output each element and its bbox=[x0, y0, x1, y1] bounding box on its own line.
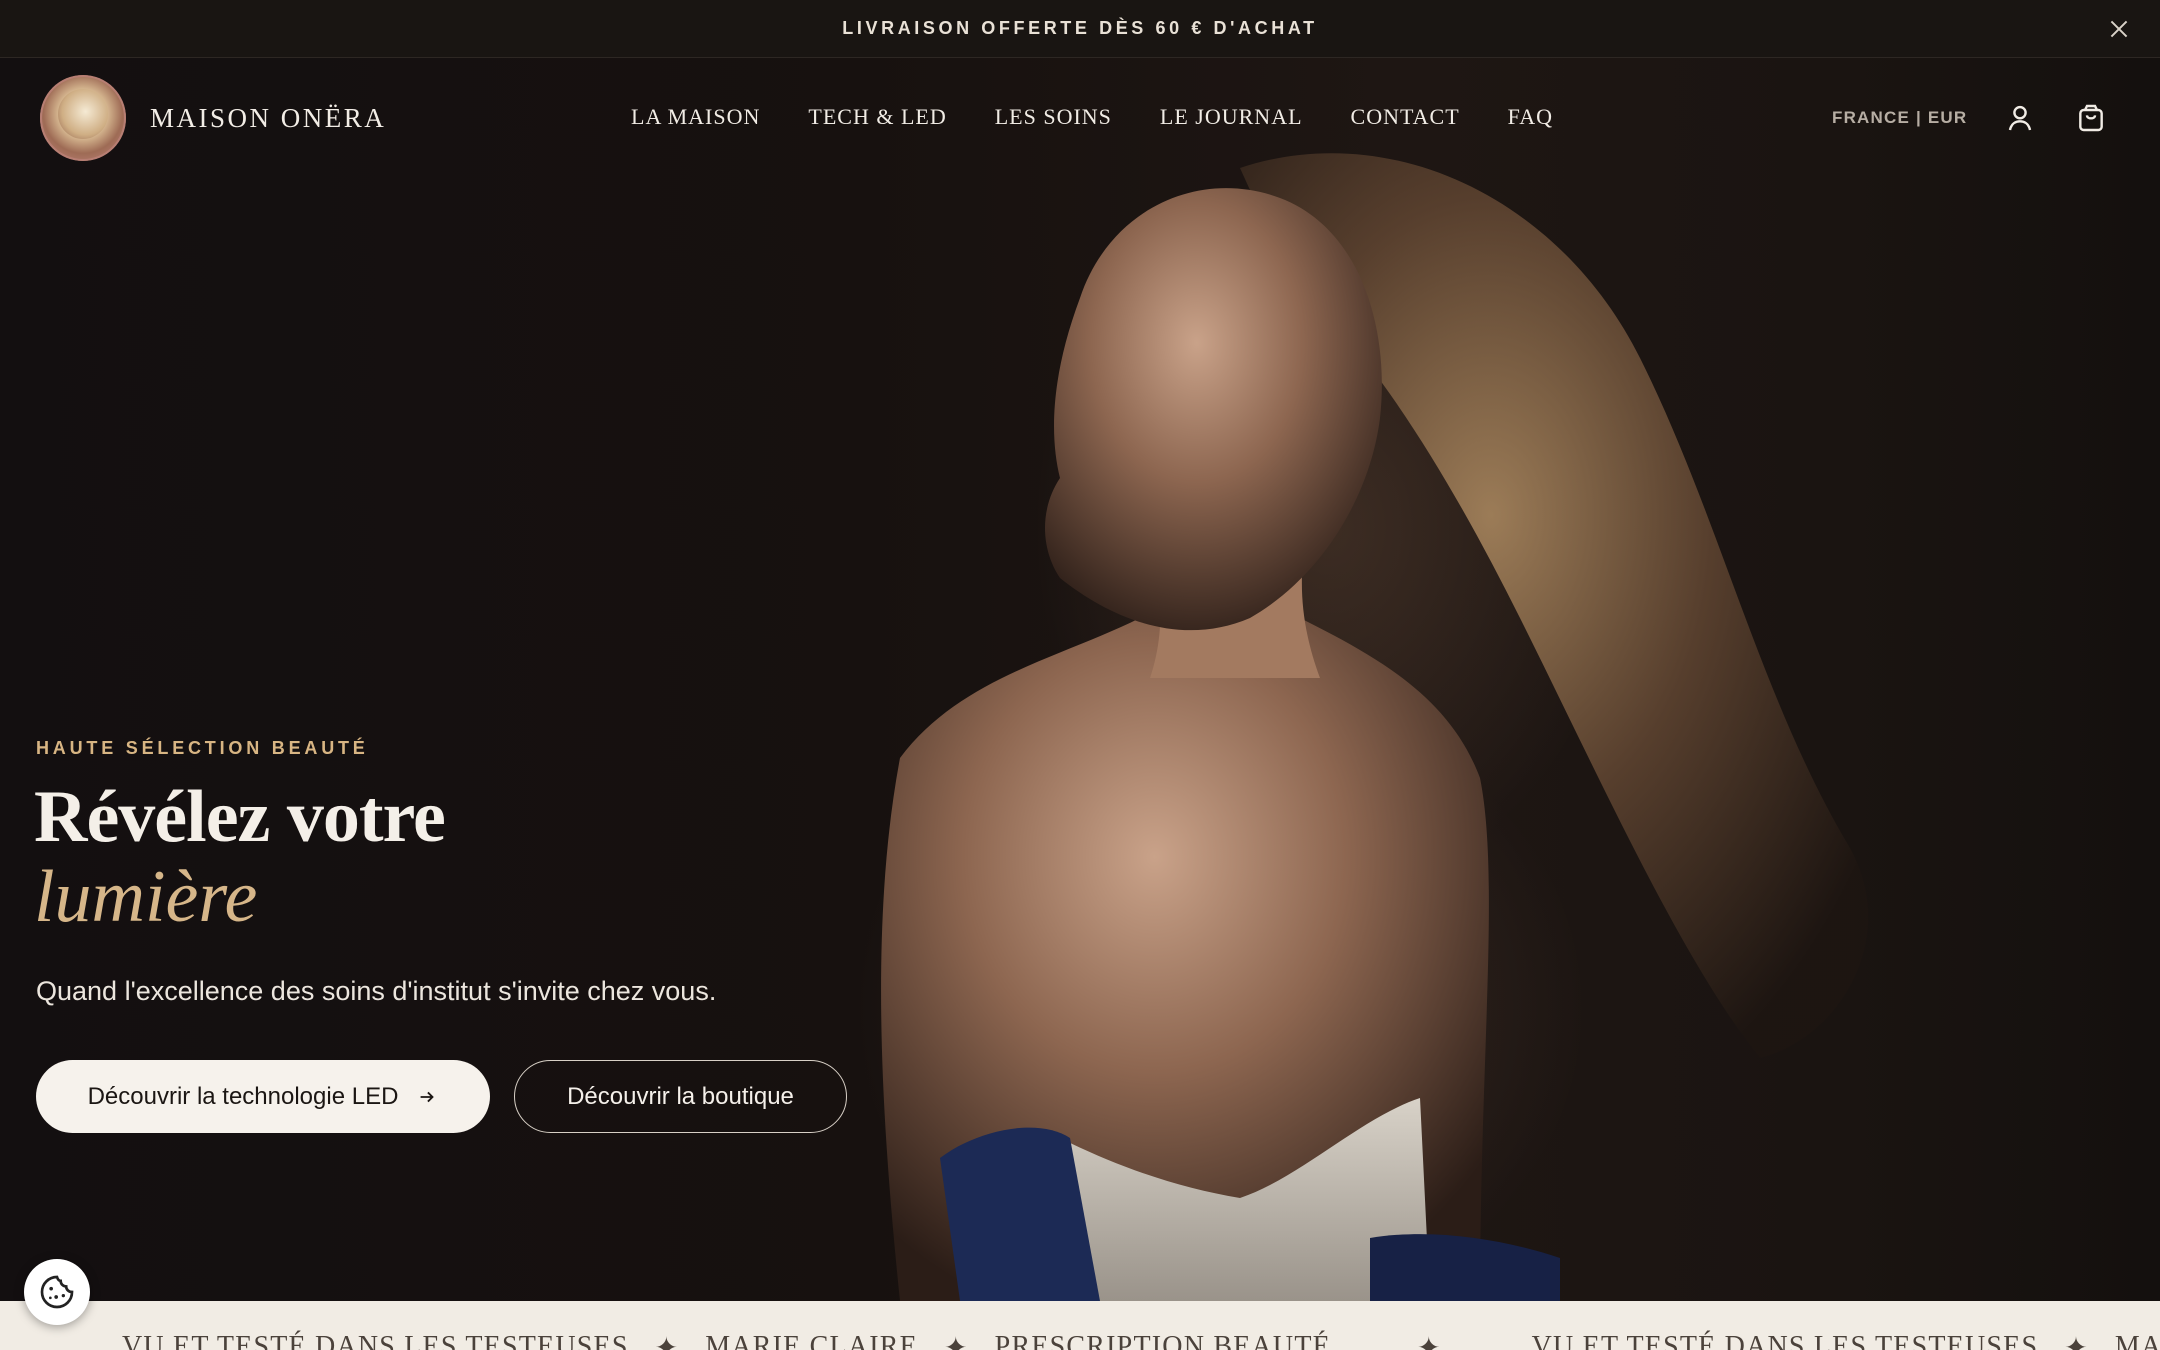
nav-tech-led[interactable]: TECH & LED bbox=[808, 104, 946, 130]
shopping-bag-icon[interactable] bbox=[2075, 102, 2107, 134]
marquee-star-icon: ✦ bbox=[944, 1333, 969, 1350]
marquee-item: VU ET TESTÉ DANS LES TESTEUSES bbox=[122, 1331, 629, 1350]
nav-contact[interactable]: CONTACT bbox=[1351, 104, 1460, 130]
marquee-star-icon: ✦ bbox=[1416, 1333, 1442, 1350]
brand-name: MAISON ONËRA bbox=[150, 102, 387, 133]
marquee-item: MARIE CLAIRE bbox=[705, 1331, 918, 1350]
hero-subtitle: Quand l'excellence des soins d'institut … bbox=[36, 976, 717, 1006]
announcement-bar: LIVRAISON OFFERTE DÈS 60 € D'ACHAT bbox=[0, 0, 2160, 58]
locale-selector[interactable]: FRANCE | EUR bbox=[1832, 108, 1967, 128]
arrow-right-icon bbox=[420, 1091, 435, 1102]
nav-la-maison[interactable]: LA MAISON bbox=[631, 104, 760, 130]
site-header: MAISON ONËRA LA MAISON TECH & LED LES SO… bbox=[0, 58, 2160, 178]
hero-title: Révélez votre bbox=[34, 776, 446, 858]
discover-led-label: Découvrir la technologie LED bbox=[87, 1082, 399, 1110]
close-icon[interactable] bbox=[2106, 16, 2132, 42]
nav-faq[interactable]: FAQ bbox=[1508, 104, 1553, 130]
marquee-item: MARIE CLAIRE bbox=[2114, 1331, 2160, 1350]
marquee-star-icon: ✦ bbox=[2064, 1333, 2089, 1350]
hero-title-accent: lumière bbox=[34, 856, 258, 938]
brand-logo[interactable]: MAISON ONËRA bbox=[40, 75, 386, 161]
hero-kicker: HAUTE SÉLECTION BEAUTÉ bbox=[36, 738, 369, 758]
discover-led-button[interactable]: Découvrir la technologie LED bbox=[36, 1060, 490, 1133]
cookie-settings-button[interactable] bbox=[24, 1259, 90, 1325]
marquee-item: VU ET TESTÉ DANS LES TESTEUSES bbox=[1531, 1331, 2039, 1350]
marquee-item: PRESCRIPTION BEAUTÉ bbox=[994, 1331, 1331, 1350]
press-marquee: VU ET TESTÉ DANS LES TESTEUSES ✦ MARIE C… bbox=[0, 1301, 2160, 1350]
discover-shop-button[interactable]: Découvrir la boutique bbox=[514, 1060, 847, 1133]
marquee-star-icon: ✦ bbox=[654, 1333, 680, 1350]
page: LIVRAISON OFFERTE DÈS 60 € D'ACHAT MAISO… bbox=[0, 0, 2160, 1350]
announcement-text: LIVRAISON OFFERTE DÈS 60 € D'ACHAT bbox=[842, 18, 1318, 38]
nav-les-soins[interactable]: LES SOINS bbox=[995, 104, 1112, 130]
cookie-icon bbox=[40, 1275, 74, 1309]
nav-le-journal[interactable]: LE JOURNAL bbox=[1160, 104, 1303, 130]
user-icon[interactable] bbox=[2004, 102, 2036, 134]
main-nav: LA MAISON TECH & LED LES SOINS LE JOURNA… bbox=[631, 104, 1553, 130]
logo-mark-icon bbox=[40, 75, 126, 161]
marquee-track: VU ET TESTÉ DANS LES TESTEUSES ✦ MARIE C… bbox=[122, 1331, 2160, 1350]
discover-shop-label: Découvrir la boutique bbox=[567, 1082, 794, 1110]
